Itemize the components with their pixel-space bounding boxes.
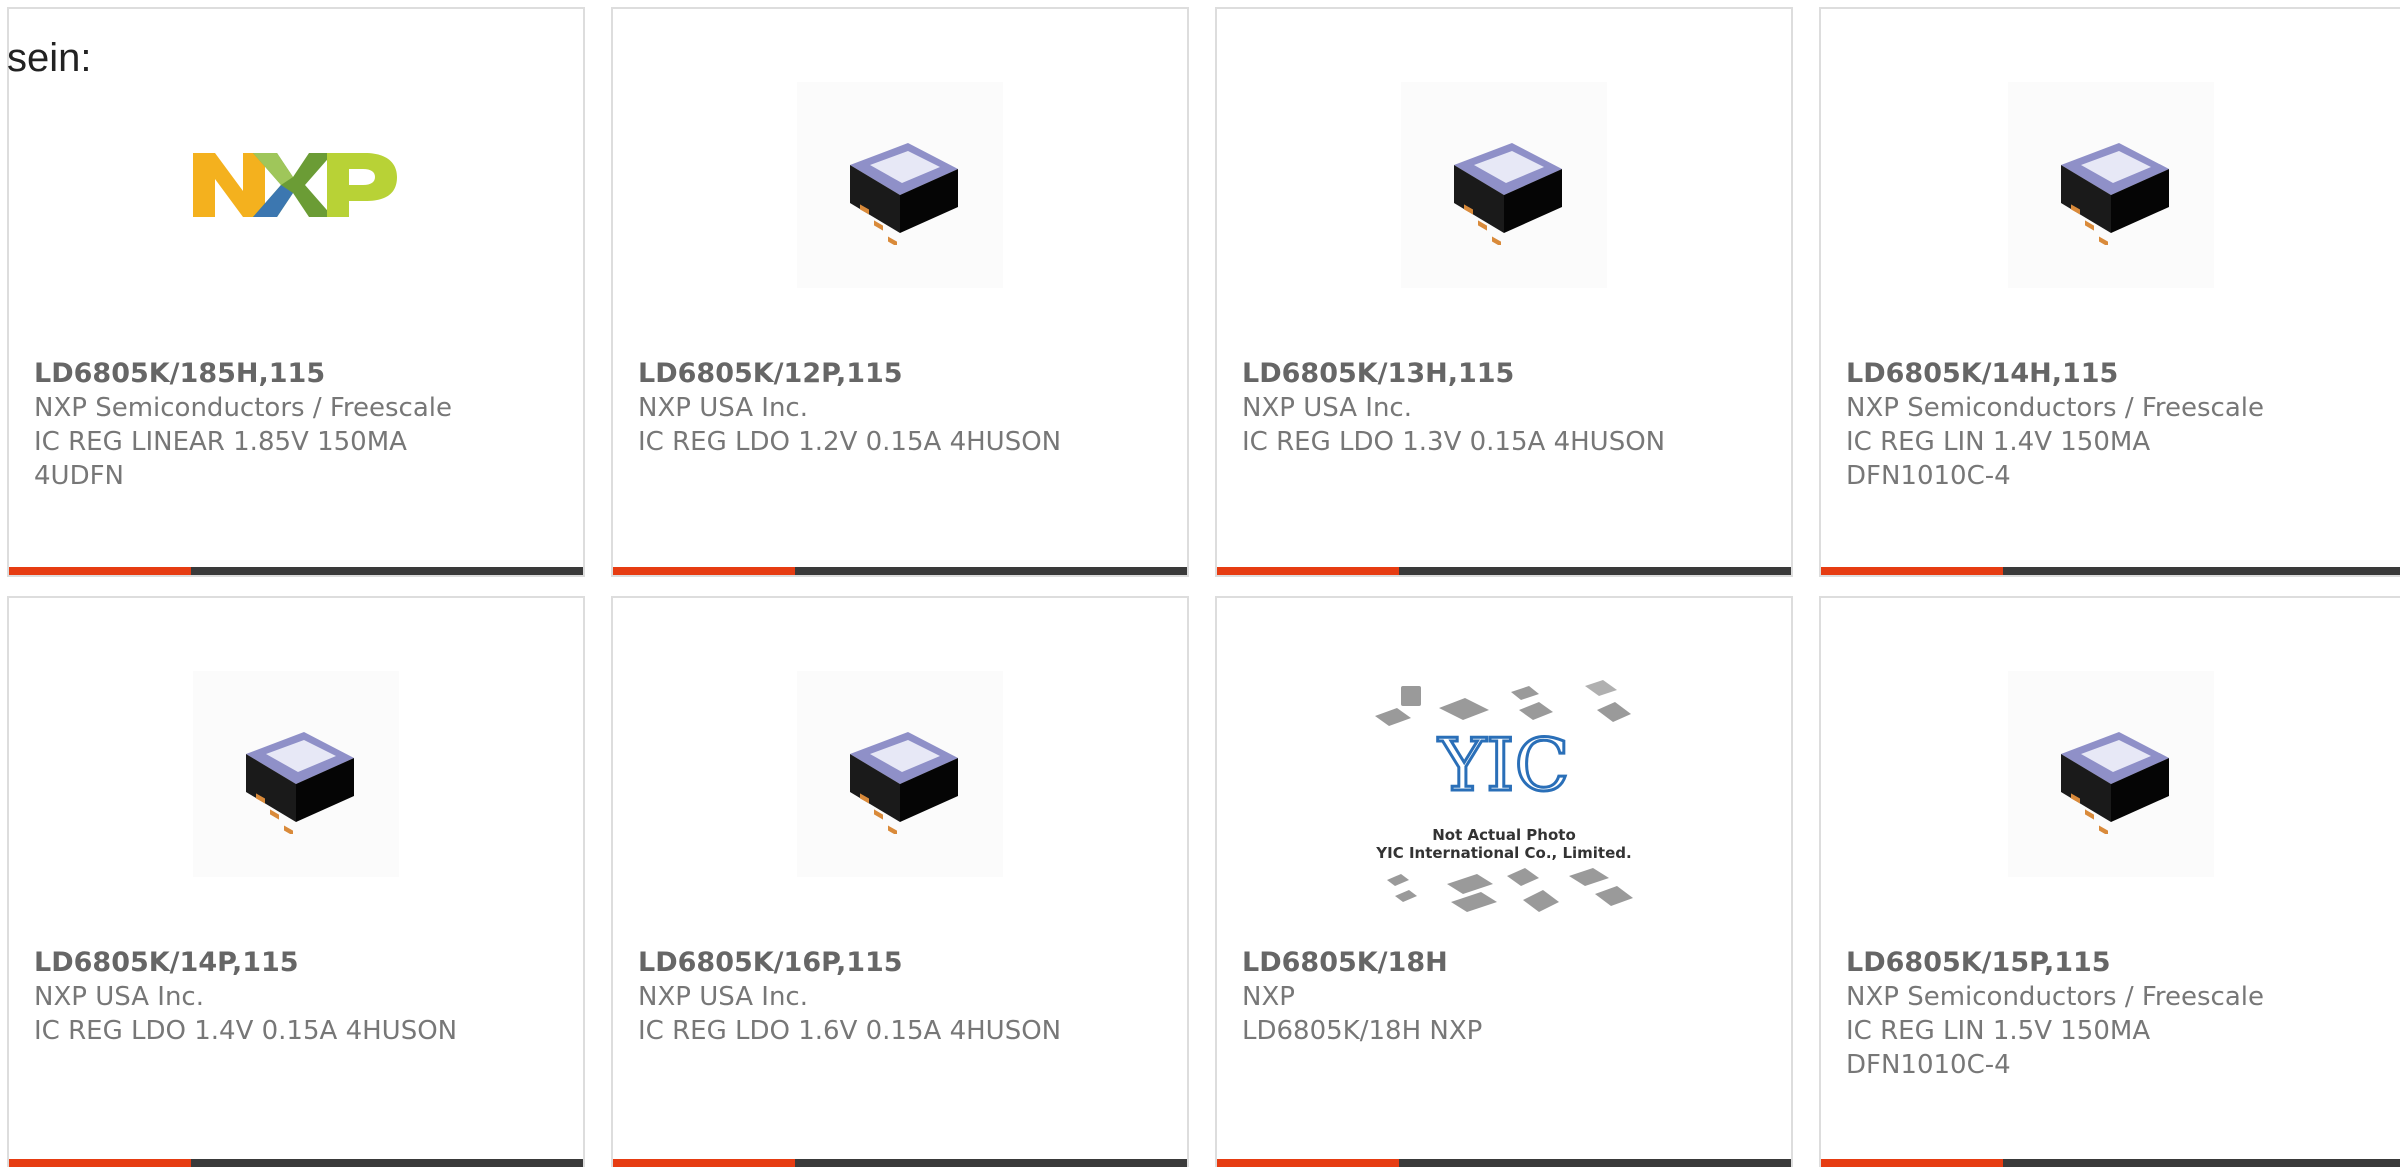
card-bar [1217, 1159, 1791, 1167]
part-number[interactable]: LD6805K/16P,115 [638, 946, 1167, 980]
card-bar [1821, 1159, 2400, 1167]
product-card[interactable]: LD6805K/185H,115 NXP Semiconductors / Fr… [7, 7, 585, 577]
manufacturer: NXP USA Inc. [638, 393, 808, 423]
description: LD6805K/18H NXP [1242, 1016, 1483, 1046]
manufacturer: NXP Semiconductors / Freescale [1846, 393, 2265, 423]
product-card[interactable]: LD6805K/13H,115 NXP USA Inc. IC REG LDO … [1215, 7, 1793, 577]
chip-package-icon [2007, 82, 2214, 288]
yic-placeholder-image: YIC Not Actual Photo YIC International C… [1369, 680, 1639, 924]
svg-text:YIC: YIC [1437, 723, 1569, 807]
card-bar [1821, 567, 2400, 575]
text-fragment: sein: [7, 36, 92, 80]
description: IC REG LDO 1.2V 0.15A 4HUSON [638, 427, 1062, 457]
part-number[interactable]: LD6805K/15P,115 [1846, 946, 2380, 980]
part-number[interactable]: LD6805K/185H,115 [34, 357, 563, 391]
manufacturer: NXP USA Inc. [1242, 393, 1412, 423]
placeholder-caption: YIC International Co., Limited. [1375, 844, 1631, 862]
chip-package-icon [797, 82, 1003, 288]
description: IC REG LDO 1.4V 0.15A 4HUSON [34, 1016, 458, 1046]
description: IC REG LIN 1.5V 150MA [1846, 1016, 2151, 1046]
description: IC REG LIN 1.4V 150MA [1846, 427, 2151, 457]
card-bar [9, 567, 583, 575]
description: DFN1010C-4 [1846, 1050, 2011, 1080]
part-number[interactable]: LD6805K/18H [1242, 946, 1771, 980]
description: IC REG LDO 1.3V 0.15A 4HUSON [1242, 427, 1666, 457]
manufacturer: NXP Semiconductors / Freescale [34, 393, 453, 423]
product-card[interactable]: LD6805K/15P,115 NXP Semiconductors / Fre… [1819, 596, 2400, 1167]
product-card[interactable]: YIC Not Actual Photo YIC International C… [1215, 596, 1793, 1167]
description: IC REG LDO 1.6V 0.15A 4HUSON [638, 1016, 1062, 1046]
card-bar [9, 1159, 583, 1167]
part-number[interactable]: LD6805K/14P,115 [34, 946, 563, 980]
manufacturer: NXP USA Inc. [34, 982, 204, 1012]
chip-package-icon [1401, 82, 1607, 288]
card-bar [613, 1159, 1187, 1167]
description: DFN1010C-4 [1846, 461, 2011, 491]
product-card[interactable]: LD6805K/14P,115 NXP USA Inc. IC REG LDO … [7, 596, 585, 1167]
manufacturer: NXP Semiconductors / Freescale [1846, 982, 2265, 1012]
product-card[interactable]: LD6805K/12P,115 NXP USA Inc. IC REG LDO … [611, 7, 1189, 577]
product-card[interactable]: LD6805K/16P,115 NXP USA Inc. IC REG LDO … [611, 596, 1189, 1167]
card-bar [613, 567, 1187, 575]
description: 4UDFN [34, 461, 124, 491]
nxp-logo [193, 82, 399, 288]
placeholder-caption: Not Actual Photo [1432, 826, 1576, 844]
chip-package-icon [797, 671, 1003, 877]
product-card[interactable]: LD6805K/14H,115 NXP Semiconductors / Fre… [1819, 7, 2400, 577]
manufacturer: NXP USA Inc. [638, 982, 808, 1012]
part-number[interactable]: LD6805K/12P,115 [638, 357, 1167, 391]
part-number[interactable]: LD6805K/14H,115 [1846, 357, 2380, 391]
chip-package-icon [2007, 671, 2214, 877]
manufacturer: NXP [1242, 982, 1295, 1012]
card-bar [1217, 567, 1791, 575]
part-number[interactable]: LD6805K/13H,115 [1242, 357, 1771, 391]
description: IC REG LINEAR 1.85V 150MA [34, 427, 407, 457]
chip-package-icon [193, 671, 399, 877]
